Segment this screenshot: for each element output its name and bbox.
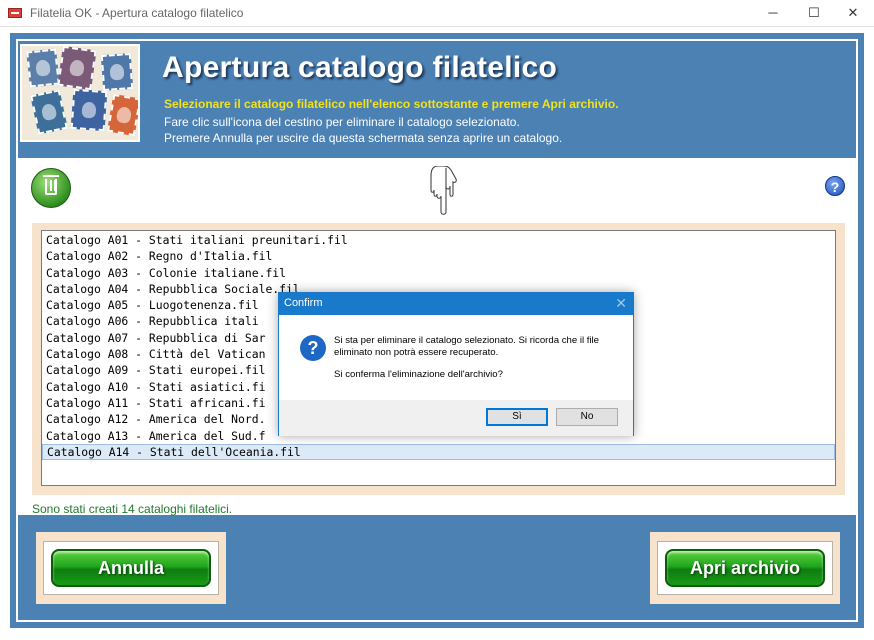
yes-button[interactable]: Sì [486,408,548,426]
stamp-image [100,52,134,92]
page-title: Apertura catalogo filatelico [162,51,558,84]
window-title: Filatelia OK - Apertura catalogo filatel… [30,6,244,20]
catalog-list-item[interactable]: Catalogo A14 - Stati dell'Oceania.fil [42,443,835,461]
instruction-delete: Fare clic sull'icona del cestino per eli… [164,115,520,129]
dialog-question: Si conferma l'eliminazione dell'archivio… [334,369,503,380]
title-bar: Filatelia OK - Apertura catalogo filatel… [0,0,874,27]
dialog-message: Si sta per eliminare il catalogo selezio… [334,335,600,358]
instruction-cancel: Premere Annulla per uscire da questa sch… [164,131,563,145]
catalog-list-item[interactable]: Catalogo A03 - Colonie italiane.fil [42,265,835,281]
dialog-title: Confirm [284,297,323,309]
stamp-image [106,93,138,137]
status-message: Sono stati creati 14 cataloghi filatelic… [32,502,233,516]
instruction-select: Selezionare il catalogo filatelico nell'… [164,97,619,111]
trash-icon[interactable] [31,168,71,208]
confirm-dialog: Confirm ✕ ? Si sta per eliminare il cata… [278,292,634,436]
catalog-list-item[interactable]: Catalogo A01 - Stati italiani preunitari… [42,232,835,248]
catalog-list-item[interactable]: Catalogo A02 - Regno d'Italia.fil [42,248,835,264]
open-button-frame: Apri archivio [657,541,833,595]
trash-glyph [43,175,59,195]
no-button[interactable]: No [556,408,618,426]
open-button-panel: Apri archivio [650,532,840,604]
cancel-button-frame: Annulla [43,541,219,595]
header: Apertura catalogo filatelico Selezionare… [18,41,856,157]
pointing-hand-icon [430,166,457,215]
open-archive-button[interactable]: Apri archivio [665,549,825,587]
dialog-title-bar: Confirm ✕ [279,293,633,315]
dialog-close-icon[interactable]: ✕ [615,295,627,312]
question-icon: ? [300,335,326,361]
help-icon[interactable]: ? [825,176,845,196]
stamp-image [30,89,68,135]
app-icon [8,8,22,18]
cancel-button[interactable]: Annulla [51,549,211,587]
stamp-image [26,48,60,88]
stamps-image [20,44,140,142]
minimize-button[interactable]: ─ [750,0,796,27]
cancel-button-panel: Annulla [36,532,226,604]
stamp-image [57,46,97,91]
close-button[interactable]: ✕ [830,0,874,27]
dialog-footer: Sì No [279,400,633,436]
stamp-image [70,88,108,132]
